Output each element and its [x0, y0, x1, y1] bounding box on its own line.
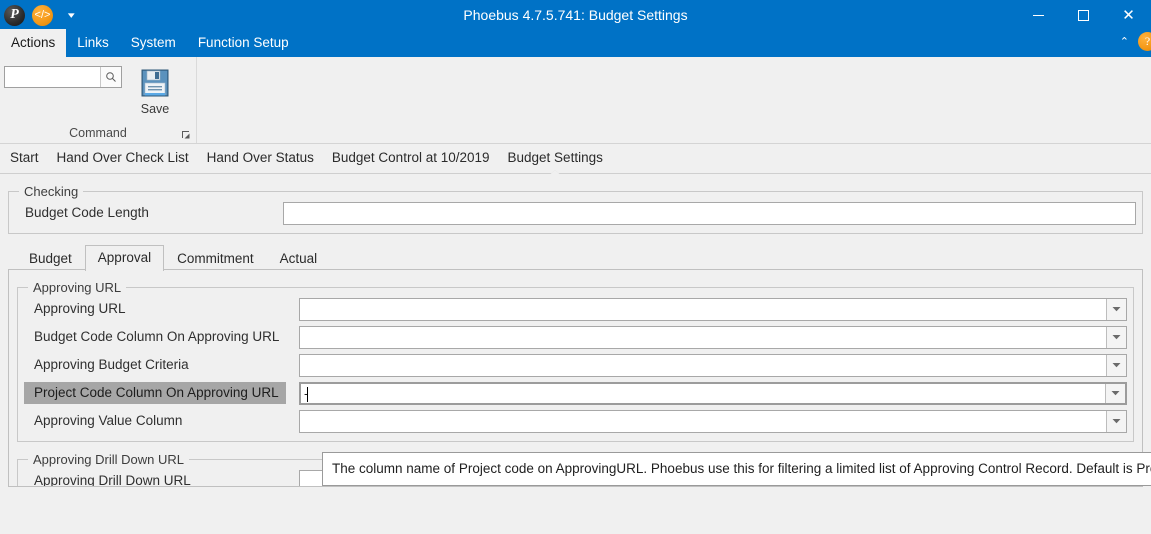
ribbon-right-controls: ⌃ ? — [1115, 30, 1151, 57]
approving-url-dropdown-button[interactable] — [1106, 298, 1126, 320]
dialog-launcher-icon[interactable] — [181, 130, 191, 140]
field-row-budget-code-length: Budget Code Length — [15, 199, 1136, 227]
ribbon-group-command: Save Command — [0, 57, 197, 143]
approving-budget-criteria-combo[interactable] — [299, 353, 1127, 377]
field-row-approving-budget-criteria: Approving Budget Criteria — [24, 351, 1127, 379]
project-code-column-label-cell: Project Code Column On Approving URL — [24, 382, 299, 404]
budget-code-length-label: Budget Code Length — [25, 205, 149, 220]
budget-code-column-label: Budget Code Column On Approving URL — [34, 329, 280, 344]
maximize-button[interactable] — [1061, 0, 1106, 30]
chevron-down-icon — [1112, 419, 1121, 424]
chevron-down-icon — [1111, 391, 1120, 396]
doc-tab-budget-control[interactable]: Budget Control at 10/2019 — [323, 146, 499, 171]
budget-code-column-combo[interactable] — [299, 325, 1127, 349]
checking-group: Checking Budget Code Length — [8, 184, 1143, 234]
approving-budget-criteria-input[interactable] — [300, 354, 1106, 376]
approving-url-label: Approving URL — [34, 301, 126, 316]
save-button-label: Save — [140, 102, 170, 116]
ribbon-group-footer: Command — [0, 123, 196, 143]
project-code-column-combo[interactable] — [299, 381, 1127, 405]
ribbon-group-label: Command — [69, 126, 127, 140]
approving-value-column-label-cell: Approving Value Column — [24, 411, 299, 431]
menu-tab-actions[interactable]: Actions — [0, 29, 67, 57]
approving-url-input[interactable] — [300, 298, 1106, 320]
help-icon[interactable]: ? — [1138, 32, 1151, 51]
chevron-down-icon — [1112, 307, 1121, 312]
code-icon-glyph: </> — [34, 8, 51, 21]
chevron-down-icon — [1112, 363, 1121, 368]
doc-tab-start[interactable]: Start — [1, 146, 48, 171]
approving-url-label-cell: Approving URL — [24, 299, 299, 319]
tooltip: The column name of Project code on Appro… — [322, 452, 1151, 486]
maximize-icon — [1078, 9, 1089, 21]
approving-budget-criteria-label: Approving Budget Criteria — [34, 357, 189, 372]
tab-commitment[interactable]: Commitment — [164, 246, 267, 271]
approving-url-combo[interactable] — [299, 297, 1127, 321]
tab-budget[interactable]: Budget — [16, 246, 85, 271]
approving-drill-down-group-legend: Approving Drill Down URL — [33, 452, 184, 467]
search-icon — [106, 72, 116, 82]
application-window: P </> ▾ Phoebus 4.7.5.741: Budget Settin… — [0, 0, 1151, 534]
window-title: Phoebus 4.7.5.741: Budget Settings — [463, 7, 688, 23]
close-icon: ✕ — [1122, 5, 1135, 24]
save-button[interactable]: Save — [132, 66, 178, 116]
menu-tab-function-setup[interactable]: Function Setup — [187, 30, 300, 57]
field-row-budget-code-column: Budget Code Column On Approving URL — [24, 323, 1127, 351]
quick-access-more-icon[interactable]: ▾ — [68, 10, 75, 20]
close-button[interactable]: ✕ — [1106, 0, 1151, 30]
approving-drill-down-url-label-cell: Approving Drill Down URL — [24, 471, 299, 487]
approving-value-column-combo[interactable] — [299, 409, 1127, 433]
field-row-approving-url: Approving URL — [24, 295, 1127, 323]
doc-tab-budget-settings[interactable]: Budget Settings — [499, 146, 612, 171]
budget-code-column-input[interactable] — [300, 326, 1106, 348]
approving-url-group-legend: Approving URL — [33, 280, 122, 295]
field-row-project-code-column: Project Code Column On Approving URL — [24, 379, 1127, 407]
app-logo-glyph: P — [10, 7, 19, 22]
budget-code-length-input[interactable] — [283, 201, 1136, 225]
field-row-approving-value-column: Approving Value Column — [24, 407, 1127, 435]
menu-tab-links[interactable]: Links — [66, 30, 120, 57]
inner-tab-strip: Budget Approval Commitment Actual — [16, 245, 1143, 271]
save-icon — [141, 69, 169, 97]
doc-tab-hand-over-check-list[interactable]: Hand Over Check List — [48, 146, 198, 171]
quick-access-toolbar: P </> ▾ — [0, 0, 75, 30]
ribbon-menu-bar: Actions Links System Function Setup ⌃ ? — [0, 29, 1151, 57]
approving-value-column-input[interactable] — [300, 410, 1106, 432]
approving-drill-down-url-label: Approving Drill Down URL — [34, 473, 191, 487]
tab-approval[interactable]: Approval — [84, 245, 165, 271]
approving-budget-criteria-dropdown-button[interactable] — [1106, 354, 1126, 376]
menu-tab-system[interactable]: System — [120, 30, 187, 57]
search-button[interactable] — [100, 67, 121, 87]
command-search-box[interactable] — [4, 66, 122, 88]
checking-group-legend: Checking — [24, 184, 79, 199]
window-controls: ✕ — [1016, 0, 1151, 30]
minimize-icon — [1033, 14, 1044, 16]
approving-budget-criteria-label-cell: Approving Budget Criteria — [24, 355, 299, 375]
chevron-down-icon — [1112, 335, 1121, 340]
search-input[interactable] — [5, 67, 100, 87]
collapse-ribbon-icon[interactable]: ⌃ — [1115, 36, 1134, 52]
title-bar: P </> ▾ Phoebus 4.7.5.741: Budget Settin… — [0, 0, 1151, 30]
app-logo-icon[interactable]: P — [4, 4, 25, 26]
approving-value-column-dropdown-button[interactable] — [1106, 410, 1126, 432]
approving-url-group: Approving URL Approving URL Budget Code … — [17, 280, 1134, 442]
text-cursor — [307, 386, 308, 402]
project-code-column-input[interactable] — [301, 383, 1105, 403]
code-icon[interactable]: </> — [32, 4, 53, 26]
ribbon-group-body: Save — [0, 57, 196, 123]
budget-code-column-dropdown-button[interactable] — [1106, 326, 1126, 348]
document-tab-bar: Start Hand Over Check List Hand Over Sta… — [0, 144, 1151, 174]
ribbon: Save Command — [0, 57, 1151, 144]
tab-actual[interactable]: Actual — [267, 246, 331, 271]
approving-value-column-label: Approving Value Column — [34, 413, 183, 428]
doc-tab-hand-over-status[interactable]: Hand Over Status — [198, 146, 323, 171]
project-code-column-label: Project Code Column On Approving URL — [24, 382, 286, 404]
minimize-button[interactable] — [1016, 0, 1061, 30]
project-code-column-dropdown-button[interactable] — [1105, 383, 1125, 403]
budget-code-column-label-cell: Budget Code Column On Approving URL — [24, 327, 299, 347]
